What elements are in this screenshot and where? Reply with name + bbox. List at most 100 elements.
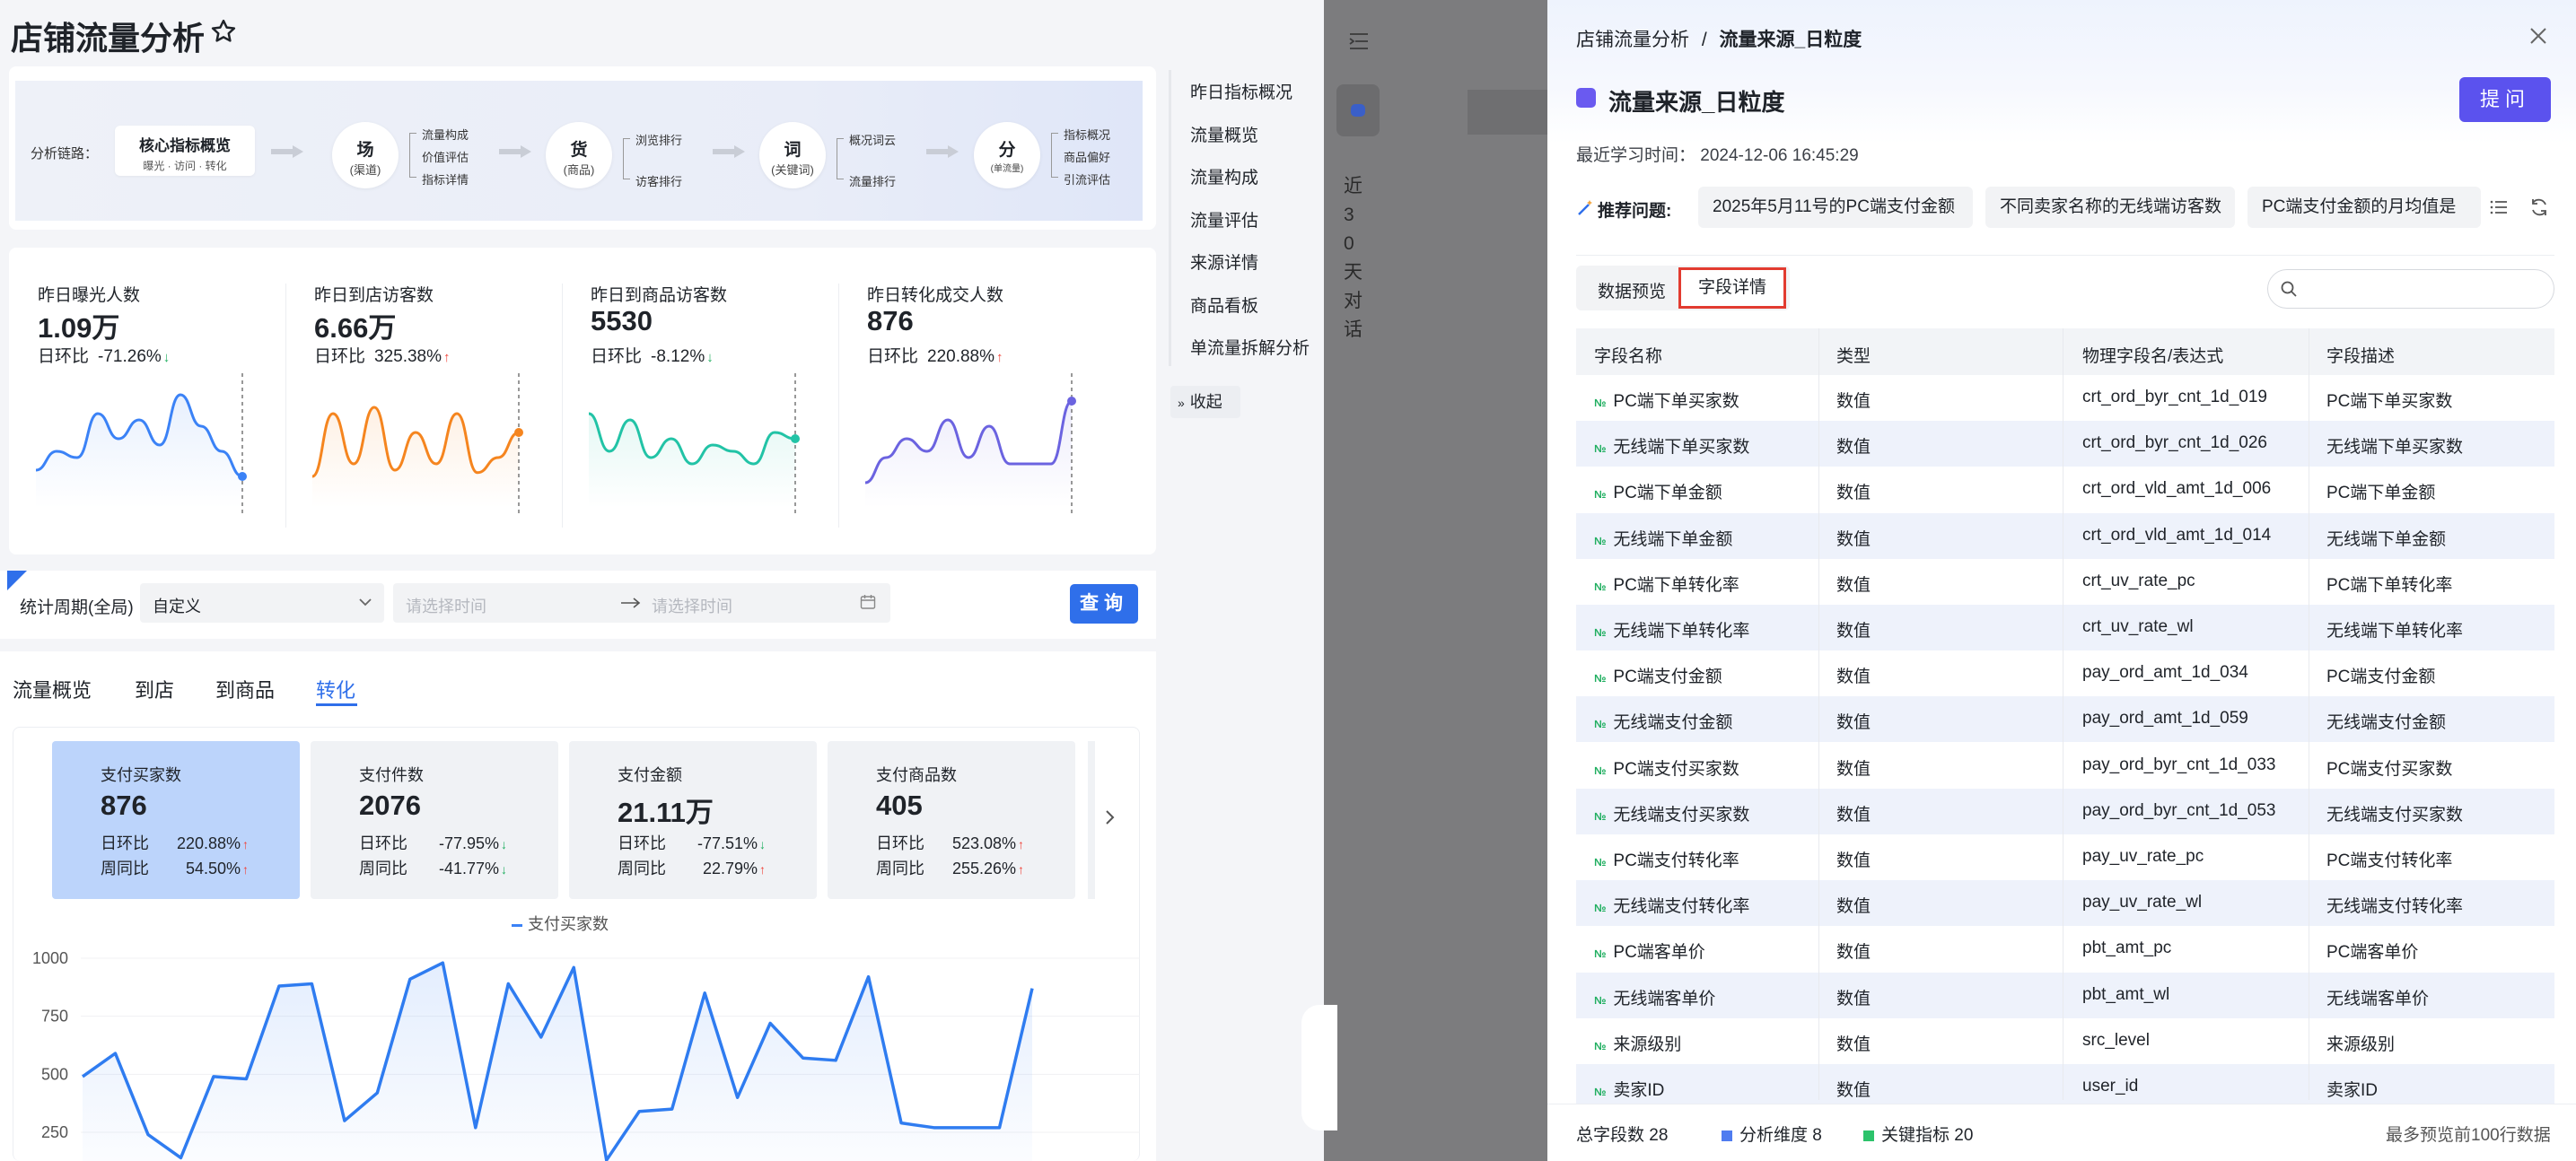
field-detail-drawer: 店铺流量分析 / 流量来源_日粒度 流量来源_日粒度 提问 最近学习时间： 20… <box>1547 0 2576 1161</box>
kpi-card[interactable]: 支付商品数 405 日环比 523.08% ↑ 周同比 255.26% ↑ <box>828 741 1075 899</box>
chain-node-circle[interactable]: 分 (单流量) <box>974 122 1040 188</box>
table-row[interactable]: № 无线端下单转化率 数值 crt_uv_rate_wl 无线端下单转化率 <box>1576 605 2554 650</box>
field-desc-cell: PC端下单转化率 <box>2326 575 2453 595</box>
sidenav-item[interactable]: 昨日指标概况 <box>1190 79 1292 103</box>
date-range-picker[interactable]: 请选择时间 请选择时间 <box>393 583 890 623</box>
period-select[interactable]: 自定义 <box>140 583 384 623</box>
end-date-input[interactable]: 请选择时间 <box>652 594 732 617</box>
field-desc-cell: PC端客单价 <box>2326 943 2419 963</box>
metric-column[interactable]: 昨日到店访客数 6.66万 日环比 325.38% ↑ <box>285 248 564 544</box>
chain-node-circle[interactable]: 词 (关键词) <box>759 122 826 188</box>
table-row[interactable]: № 来源级别 数值 src_level 来源级别 <box>1576 1017 2554 1064</box>
ask-button[interactable]: 提问 <box>2459 77 2551 122</box>
chain-node-circle[interactable]: 场 (渠道) <box>332 122 399 188</box>
physical-field-cell: crt_uv_rate_wl <box>2082 617 2194 636</box>
collapse-button[interactable]: » 收起 <box>1170 386 1240 418</box>
table-row[interactable]: № 无线端支付买家数 数值 pay_ord_byr_cnt_1d_053 无线端支付买家… <box>1576 788 2554 834</box>
kpi-card[interactable]: 支付买家数 876 日环比 220.88% ↑ 周同比 54.50% ↑ <box>52 741 300 899</box>
table-row[interactable]: № 无线端客单价 数值 pbt_amt_wl 无线端客单价 <box>1576 972 2554 1018</box>
sidenav-item[interactable]: 流量评估 <box>1190 207 1258 231</box>
list-icon[interactable] <box>2490 199 2508 215</box>
table-row[interactable]: № 无线端下单金额 数值 crt_ord_vld_amt_1d_014 无线端下单金额 <box>1576 512 2554 559</box>
tab-2[interactable]: 到商品 <box>215 675 275 703</box>
table-row[interactable]: № PC端下单转化率 数值 crt_uv_rate_pc PC端下单转化率 <box>1576 558 2554 605</box>
start-date-input[interactable]: 请选择时间 <box>406 594 486 617</box>
chain-sub-link[interactable]: 浏览排行 <box>635 131 682 148</box>
tab-1[interactable]: 到店 <box>135 675 174 703</box>
metric-value: 1.09万 <box>38 312 120 344</box>
refresh-icon[interactable] <box>2529 197 2549 217</box>
chain-sub-link[interactable]: 概况词云 <box>849 131 896 148</box>
arrow-up-icon: ↑ <box>996 350 1003 365</box>
metric-column[interactable]: 昨日曝光人数 1.09万 日环比 -71.26% ↓ <box>9 248 287 544</box>
table-row[interactable]: № PC端客单价 数值 pbt_amt_pc PC端客单价 <box>1576 926 2554 973</box>
tab-field-detail[interactable]: 字段详情 <box>1678 267 1786 309</box>
floating-helper[interactable] <box>1301 1005 1337 1130</box>
kpi-title: 支付买家数 <box>101 766 181 784</box>
kpi-compare-value: 54.50% <box>185 860 241 877</box>
field-name-cell: № 无线端下单转化率 <box>1594 617 1749 642</box>
recommended-question-chip[interactable]: 不同卖家名称的无线端访客数 <box>1985 187 2235 228</box>
field-desc-cell: PC端下单金额 <box>2326 484 2436 503</box>
sidenav-item[interactable]: 来源详情 <box>1190 249 1258 274</box>
chain-sub-link[interactable]: 价值评估 <box>422 148 469 165</box>
field-type-cell: 数值 <box>1836 668 1871 687</box>
table-row[interactable]: № 无线端支付金额 数值 pay_ord_amt_1d_059 无线端支付金额 <box>1576 696 2554 743</box>
recent-30-days-label: 近30天对话 <box>1344 176 1362 340</box>
table-row[interactable]: № PC端下单买家数 数值 crt_ord_byr_cnt_1d_019 PC端下单买家… <box>1576 375 2554 421</box>
table-row[interactable]: № PC端支付买家数 数值 pay_ord_byr_cnt_1d_033 PC端支付买家… <box>1576 742 2554 789</box>
recommended-question-chip[interactable]: 2025年5月11号的PC端支付金额 <box>1698 187 1973 228</box>
metric-column[interactable]: 昨日转化成交人数 876 日环比 220.88% ↑ <box>838 248 1117 544</box>
chain-node-title: 分 <box>998 141 1016 160</box>
chain-node-circle[interactable]: 货 (商品) <box>546 122 612 188</box>
kpi-card[interactable]: 支付金额 21.11万 日环比 -77.51% ↓ 周同比 22.79% ↑ <box>569 741 817 899</box>
menu-collapse-icon[interactable] <box>1349 32 1369 50</box>
sidenav-item[interactable]: 单流量拆解分析 <box>1190 335 1310 359</box>
kpi-title: 支付金额 <box>618 766 682 784</box>
close-icon[interactable] <box>2529 27 2547 45</box>
table-row[interactable]: № PC端支付转化率 数值 pay_uv_rate_pc PC端支付转化率 <box>1576 834 2554 880</box>
metric-compare: 日环比 -71.26% ↓ <box>38 343 170 367</box>
compare-value: 220.88% <box>927 347 995 366</box>
table-row[interactable]: № PC端支付金额 数值 pay_ord_amt_1d_034 PC端支付金额 <box>1576 650 2554 697</box>
chain-sub-link[interactable]: 引流评估 <box>1064 170 1110 188</box>
field-name: PC端下单金额 <box>1613 484 1722 503</box>
double-chevron-icon: » <box>1178 396 1185 410</box>
numeric-type-icon: № <box>1594 1086 1607 1098</box>
tab-data-preview[interactable]: 数据预览 <box>1598 278 1666 302</box>
field-search-input[interactable] <box>2267 269 2554 309</box>
chain-sub-link[interactable]: 商品偏好 <box>1064 148 1110 165</box>
kpi-card[interactable]: 支付件数 2076 日环比 -77.95% ↓ 周同比 -41.77% ↓ <box>311 741 558 899</box>
chain-sub-link[interactable]: 访客排行 <box>635 172 682 189</box>
field-desc-cell: 卖家ID <box>2326 1081 2379 1100</box>
sidenav-item[interactable]: 流量概览 <box>1190 122 1258 146</box>
arrow-down-icon: ↓ <box>706 350 714 365</box>
assistant-chat-button[interactable] <box>1336 84 1380 136</box>
table-row[interactable]: № 无线端下单买家数 数值 crt_ord_byr_cnt_1d_026 无线端下单买家… <box>1576 421 2554 467</box>
table-row[interactable]: № PC端下单金额 数值 crt_ord_vld_amt_1d_006 PC端下单金额 <box>1576 467 2554 513</box>
sidenav-item[interactable]: 商品看板 <box>1190 292 1258 317</box>
chain-sub-link[interactable]: 指标概况 <box>1064 126 1110 143</box>
sidenav-item[interactable]: 流量构成 <box>1190 164 1258 188</box>
metric-divider <box>285 284 286 528</box>
kpi-compare-value: 22.79% <box>702 860 758 877</box>
chain-sub-link[interactable]: 流量排行 <box>849 172 896 189</box>
physical-field-cell: crt_ord_byr_cnt_1d_019 <box>2082 388 2267 406</box>
metric-column[interactable]: 昨日到商品访客数 5530 日环比 -8.12% ↓ <box>562 248 840 544</box>
table-row[interactable]: № 无线端支付转化率 数值 pay_uv_rate_wl 无线端支付转化率 <box>1576 880 2554 927</box>
breadcrumb-parent[interactable]: 店铺流量分析 <box>1576 30 1689 50</box>
modal-mask[interactable]: 近30天对话 <box>1324 0 1548 1161</box>
kpi-value: 876 <box>101 790 147 821</box>
chain-core-node[interactable]: 核心指标概览 曝光 · 访问 · 转化 <box>115 126 255 176</box>
arrow-down-icon: ↓ <box>759 837 766 851</box>
query-button[interactable]: 查询 <box>1070 584 1138 624</box>
sparkline-area <box>312 407 519 508</box>
kpi-compare: 周同比 -41.77% ↓ <box>359 856 507 879</box>
chain-sub-link[interactable]: 指标详情 <box>422 170 469 188</box>
recommended-question-chip[interactable]: PC端支付金额的月均值是 <box>2247 187 2481 228</box>
star-outline-icon[interactable] <box>210 18 237 45</box>
chain-sub-link[interactable]: 流量构成 <box>422 126 469 143</box>
tab-3[interactable]: 转化 <box>316 675 355 703</box>
tab-0[interactable]: 流量概览 <box>13 675 92 703</box>
chevron-right-icon[interactable] <box>1104 809 1117 825</box>
